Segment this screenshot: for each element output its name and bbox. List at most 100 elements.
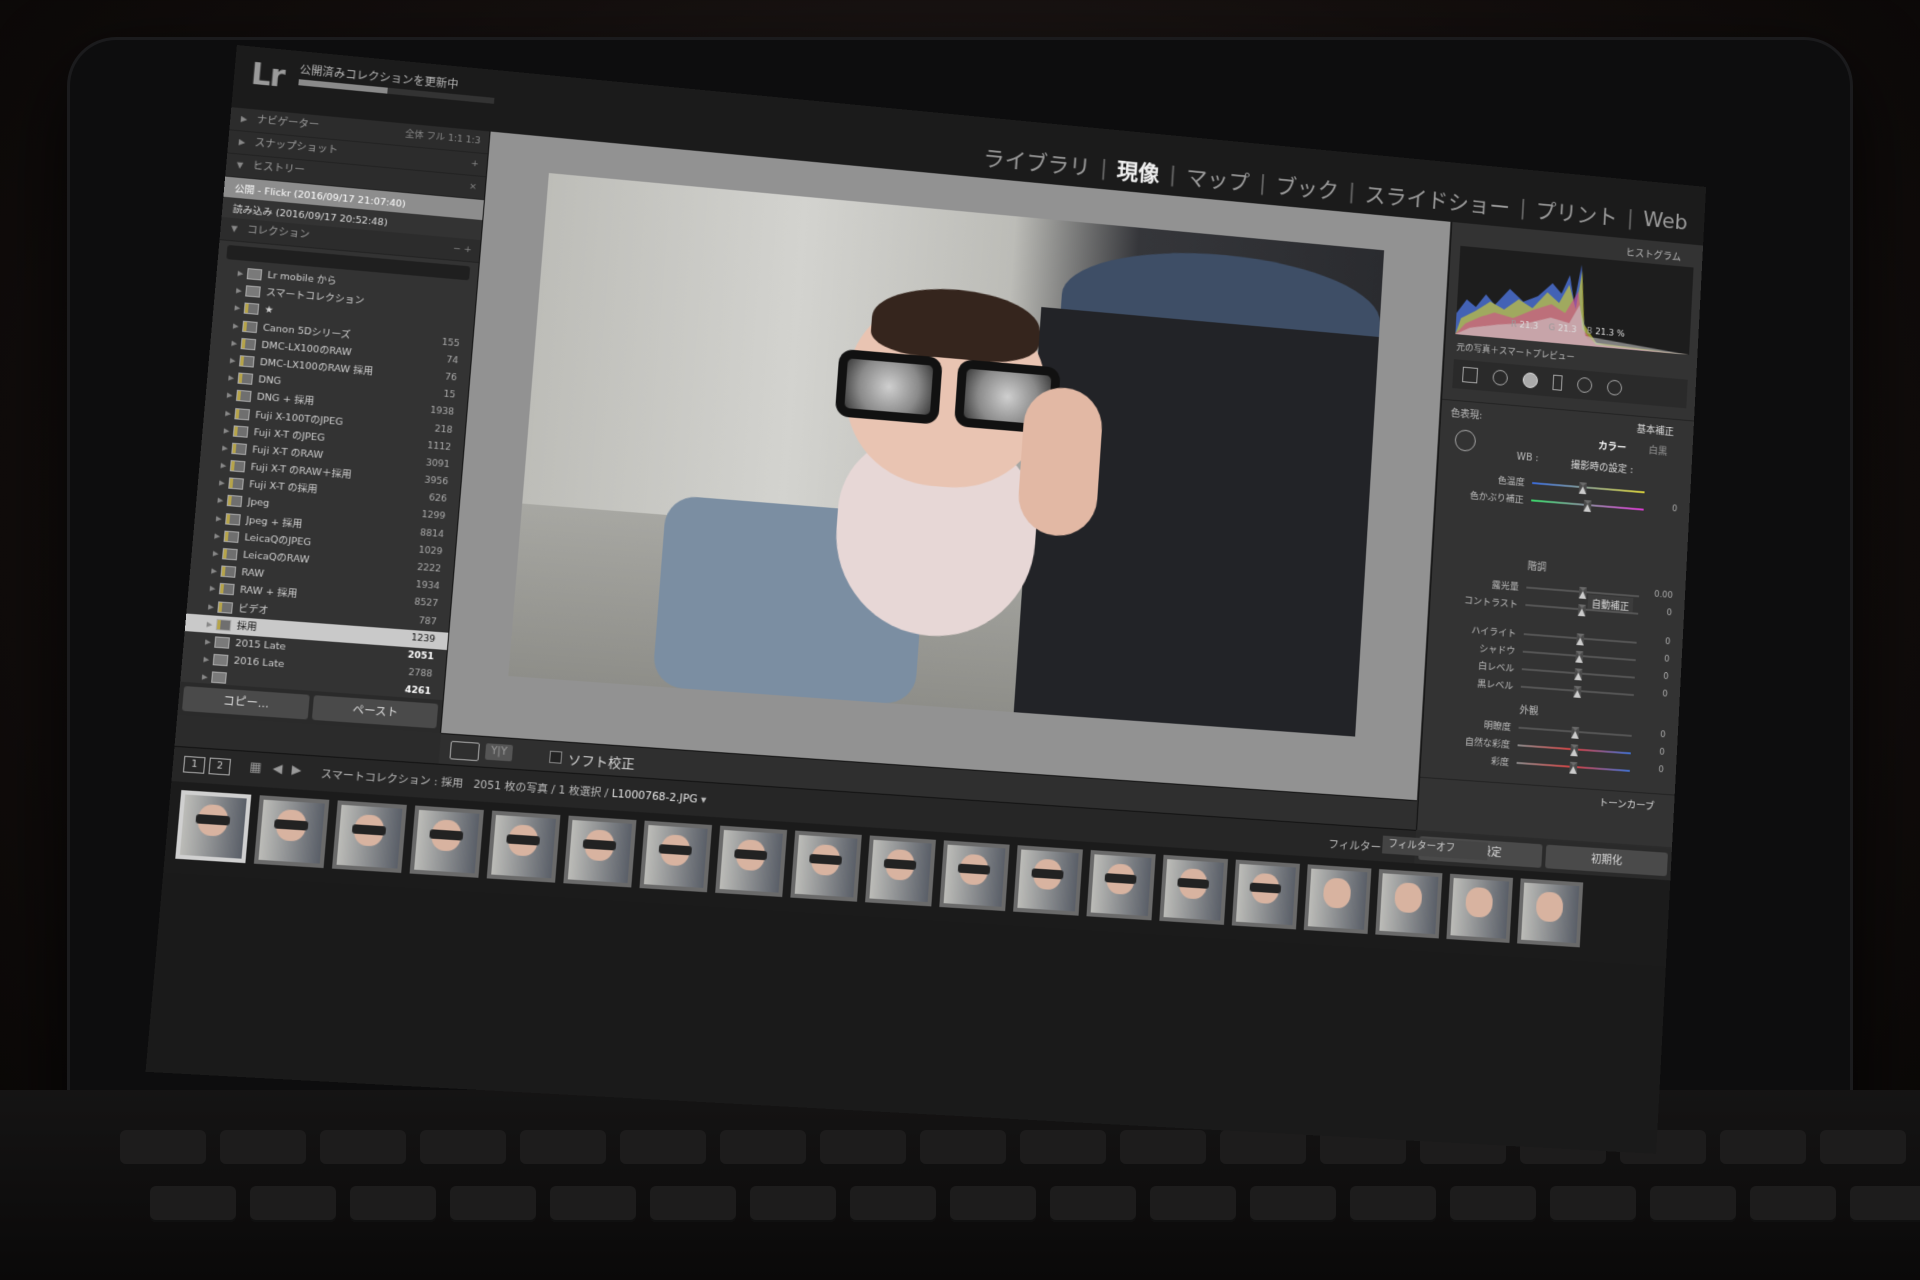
expand-triangle-icon[interactable]: ▶ [228,374,234,383]
histogram-title[interactable]: ヒストグラム [1625,244,1681,264]
expand-triangle-icon[interactable]: ▶ [237,269,243,278]
slider-value[interactable]: 0 [1672,504,1678,514]
module-tab[interactable]: プリント [1535,194,1619,232]
expand-triangle-icon[interactable]: ▶ [230,356,236,365]
filmstrip-thumbnail[interactable] [639,820,713,893]
module-tab[interactable]: 現像 [1116,154,1161,189]
slider-thumb[interactable] [1576,633,1585,646]
slider-value[interactable]: 0 [1662,689,1668,699]
expand-triangle-icon[interactable]: ▶ [202,673,208,682]
treatment-bw[interactable]: 白黒 [1648,442,1667,458]
filmstrip-thumbnail[interactable] [253,795,330,869]
primary-window-button[interactable]: 1 [182,755,206,774]
soft-proof-checkbox[interactable] [549,750,563,764]
slider-thumb[interactable] [1578,482,1587,495]
expand-triangle-icon[interactable]: ▶ [233,321,239,330]
module-tab[interactable]: Web [1643,207,1689,235]
red-eye-tool-icon[interactable] [1522,371,1539,389]
filmstrip-thumbnail[interactable] [1375,869,1443,939]
expand-triangle-icon[interactable]: ▶ [225,409,231,418]
slider-thumb[interactable] [1578,586,1587,600]
filmstrip-thumbnail[interactable] [865,835,936,907]
expand-triangle-icon[interactable]: ▶ [227,391,233,400]
expand-triangle-icon[interactable]: ▶ [206,620,212,629]
clear-history-icon[interactable]: × [468,176,478,199]
treatment-color[interactable]: カラー [1598,437,1627,454]
expand-triangle-icon[interactable]: ▶ [234,304,240,313]
filmstrip-thumbnail[interactable] [1159,854,1229,925]
expand-triangle-icon[interactable]: ▶ [208,602,214,611]
expand-triangle-icon[interactable]: ▶ [203,655,209,664]
expand-triangle-icon[interactable]: ▶ [223,426,229,435]
graduated-filter-tool-icon[interactable] [1552,374,1563,391]
loupe-view-icon[interactable] [449,740,480,762]
reset-button[interactable]: 初期化 [1545,844,1668,877]
paste-button[interactable]: ペースト [311,695,439,729]
wb-eyedropper-icon[interactable] [1454,429,1477,453]
slider-thumb[interactable] [1571,726,1580,739]
expand-triangle-icon[interactable]: ▶ [219,479,225,488]
filmstrip-thumbnail[interactable] [1086,850,1156,921]
slider-value[interactable]: 0.00 [1654,590,1673,601]
crop-tool-icon[interactable] [1462,366,1479,384]
expand-triangle-icon[interactable]: ▶ [220,461,226,470]
slider-thumb[interactable] [1583,499,1592,513]
expand-triangle-icon[interactable]: ▶ [205,638,211,647]
histogram[interactable]: R 21.3 G 21.3 B 21.3 % [1455,245,1694,355]
expand-triangle-icon[interactable]: ▶ [217,497,223,506]
expand-triangle-icon[interactable]: ▶ [214,532,220,541]
slider-thumb[interactable] [1570,744,1579,757]
filmstrip-thumbnail[interactable] [331,800,407,873]
radial-filter-tool-icon[interactable] [1576,376,1593,394]
forward-arrow-icon[interactable]: ▶ [291,762,302,777]
copy-button[interactable]: コピー... [181,686,310,720]
photo-canvas[interactable]: ⊕ [441,131,1451,801]
slider-thumb[interactable] [1574,668,1583,681]
filmstrip-thumbnail[interactable] [939,840,1010,912]
before-after-button[interactable]: Y|Y [484,743,514,762]
zoom-1-3[interactable]: 1:3 [465,135,481,146]
expand-triangle-icon[interactable]: ▶ [231,339,237,348]
grid-view-icon[interactable]: ▦ [249,759,262,774]
adjustment-brush-tool-icon[interactable] [1606,379,1623,397]
filmstrip-thumbnail[interactable] [1231,859,1300,930]
module-tab[interactable]: ブック [1275,169,1340,206]
secondary-window-button[interactable]: 2 [208,757,232,776]
slider-thumb[interactable] [1569,761,1578,775]
slider-thumb[interactable] [1577,604,1586,617]
slider-value[interactable]: 0 [1665,637,1671,647]
filmstrip-thumbnail[interactable] [175,790,252,864]
filmstrip-thumbnail[interactable] [486,810,561,883]
filmstrip-thumbnail[interactable] [563,815,637,888]
add-collection-icon[interactable]: − + [452,238,472,262]
filmstrip-thumbnail[interactable] [1303,864,1372,934]
expand-triangle-icon[interactable]: ▶ [236,287,242,296]
slider-value[interactable]: 0 [1666,608,1672,618]
expand-triangle-icon[interactable]: ▶ [213,549,219,558]
expand-triangle-icon[interactable]: ▶ [216,514,222,523]
expand-triangle-icon[interactable]: ▶ [211,567,217,576]
filmstrip-thumbnail[interactable] [790,830,862,902]
module-tab[interactable]: マップ [1185,160,1250,197]
spot-removal-tool-icon[interactable] [1492,369,1509,387]
module-tab[interactable]: ライブラリ [982,141,1091,182]
slider-value[interactable]: 0 [1664,655,1670,665]
wb-select[interactable]: 撮影時の設定 : [1571,456,1634,476]
filmstrip-thumbnail[interactable] [1446,873,1514,943]
slider-value[interactable]: 0 [1658,765,1664,775]
zoom-1-1[interactable]: 1:1 [447,134,463,145]
zoom-fill[interactable]: フル [426,132,445,144]
slider-thumb[interactable] [1575,650,1584,664]
slider-track[interactable] [1532,482,1645,494]
filmstrip-thumbnail[interactable] [1517,878,1584,948]
expand-triangle-icon[interactable]: ▶ [209,585,215,594]
filmstrip-thumbnail[interactable] [409,805,484,878]
slider-thumb[interactable] [1573,685,1582,698]
filmstrip-thumbnail[interactable] [715,825,788,898]
slider-value[interactable]: 0 [1660,730,1666,740]
slider-value[interactable]: 0 [1659,748,1665,758]
expand-triangle-icon[interactable]: ▶ [222,444,228,453]
photo-preview[interactable]: ⊕ [508,173,1385,737]
back-arrow-icon[interactable]: ◀ [272,761,283,776]
slider-value[interactable]: 0 [1663,672,1669,682]
